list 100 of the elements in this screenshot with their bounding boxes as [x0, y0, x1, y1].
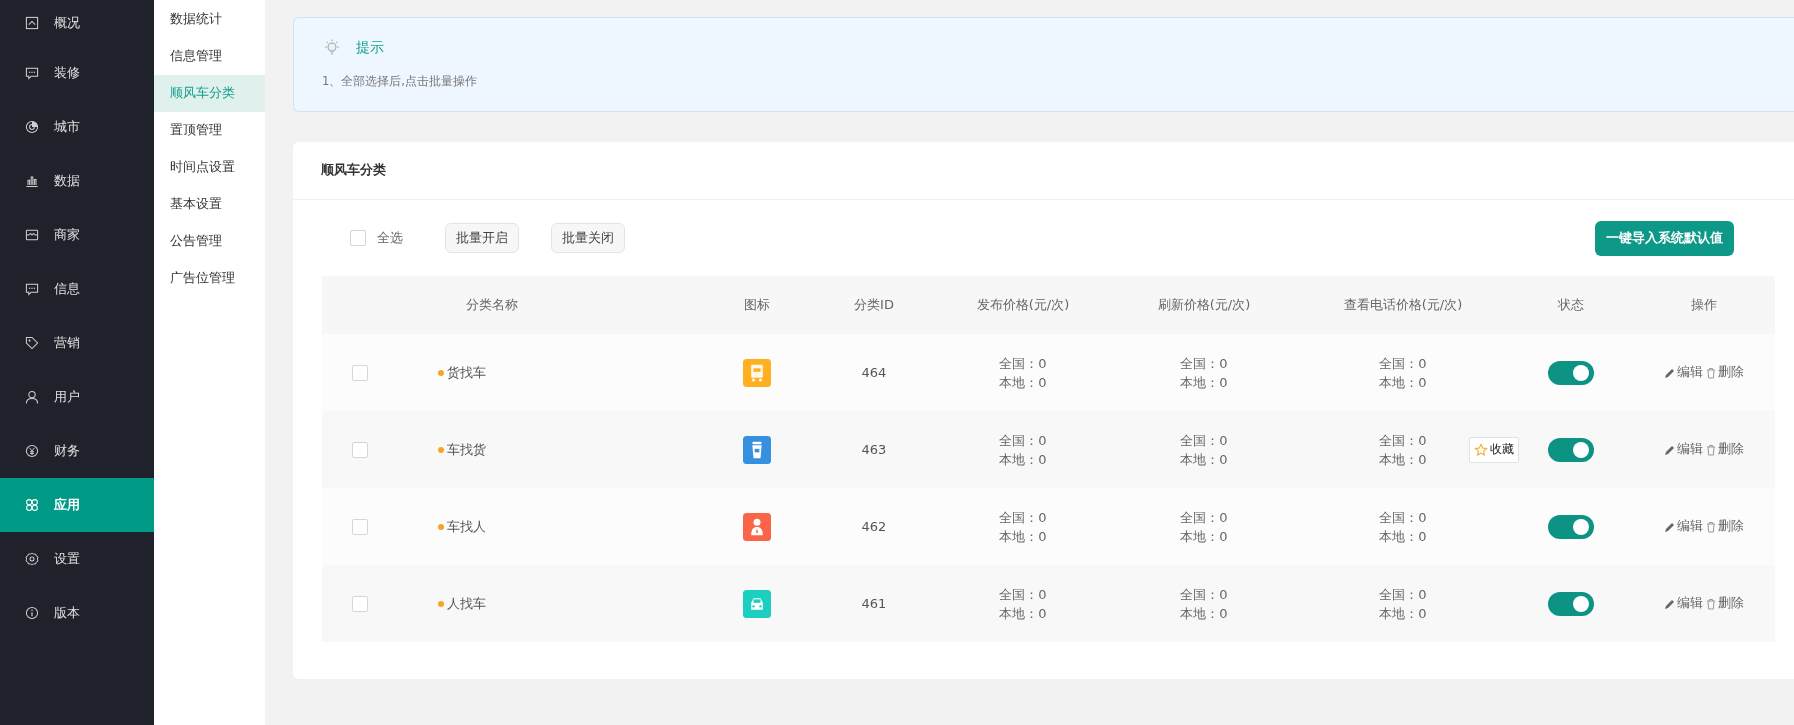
column-header: 发布价格(元/次): [976, 296, 1070, 314]
bar-chart-icon: [24, 173, 40, 189]
status-toggle[interactable]: [1548, 360, 1594, 385]
bullet-dot-icon: [438, 600, 444, 607]
pencil-icon: [1663, 520, 1676, 533]
trash-icon: [1704, 597, 1717, 610]
price-text: 本地：0: [999, 450, 1047, 469]
edit-link[interactable]: 编辑: [1663, 595, 1703, 612]
price-text: 全国：0: [999, 431, 1047, 450]
row-checkbox[interactable]: [352, 441, 368, 458]
info-icon: [24, 605, 40, 621]
price-text: 全国：0: [1180, 585, 1228, 604]
column-header: 分类名称: [466, 296, 518, 314]
column-header: 操作: [1690, 296, 1717, 314]
submenu-item[interactable]: 信息管理: [154, 38, 265, 75]
price-text: 全国：0: [1379, 508, 1427, 527]
row-checkbox[interactable]: [352, 518, 368, 535]
sidebar-item[interactable]: 概况: [0, 0, 154, 46]
batch-button[interactable]: 批量关闭: [551, 223, 625, 253]
delete-link[interactable]: 删除: [1704, 518, 1744, 535]
sidebar-item[interactable]: 应用: [0, 478, 154, 532]
sidebar-item[interactable]: 版本: [0, 586, 154, 640]
category-id: 463: [861, 442, 887, 457]
card-title: 顺风车分类: [321, 162, 386, 179]
submenu-item[interactable]: 数据统计: [154, 0, 265, 38]
delete-link[interactable]: 删除: [1704, 441, 1744, 458]
category-name: 车找人: [447, 517, 486, 536]
category-id: 461: [861, 596, 887, 611]
price-text: 本地：0: [999, 527, 1047, 546]
pencil-icon: [1663, 443, 1676, 456]
price-text: 本地：0: [1180, 450, 1228, 469]
category-name: 货找车: [447, 363, 486, 382]
column-header: 查看电话价格(元/次): [1343, 296, 1463, 314]
select-all-label: 全选: [377, 229, 403, 247]
price-text: 本地：0: [1379, 604, 1427, 623]
sidebar-item[interactable]: 设置: [0, 532, 154, 586]
edit-link[interactable]: 编辑: [1663, 518, 1703, 535]
trash-icon: [1704, 520, 1717, 533]
bullet-dot-icon: [438, 523, 444, 530]
price-text: 全国：0: [1379, 431, 1427, 450]
price-text: 全国：0: [1379, 585, 1427, 604]
sidebar-item[interactable]: 营销: [0, 316, 154, 370]
batch-button[interactable]: 批量开启: [445, 223, 519, 253]
status-toggle[interactable]: [1548, 591, 1594, 616]
submenu-item[interactable]: 基本设置: [154, 186, 265, 223]
row-checkbox[interactable]: [352, 595, 368, 612]
bullet-dot-icon: [438, 446, 444, 453]
chat-icon: [24, 281, 40, 297]
pencil-icon: [1663, 366, 1676, 379]
tag-icon: [24, 335, 40, 351]
delete-link[interactable]: 删除: [1704, 364, 1744, 381]
sidebar-item[interactable]: 装修: [0, 46, 154, 100]
column-header: 状态: [1558, 296, 1584, 314]
category-id: 462: [861, 519, 887, 534]
price-text: 全国：0: [999, 508, 1047, 527]
favorite-button[interactable]: 收藏: [1469, 436, 1519, 463]
four-circles-icon: [24, 497, 40, 513]
star-icon: [1474, 442, 1488, 457]
edit-link[interactable]: 编辑: [1663, 441, 1703, 458]
price-text: 本地：0: [1379, 450, 1427, 469]
column-header: 图标: [744, 296, 770, 314]
price-text: 全国：0: [1180, 354, 1228, 373]
settings-icon: [24, 551, 40, 567]
select-all-checkbox[interactable]: [350, 230, 366, 246]
tip-text: 1、全部选择后,点击批量操作: [322, 74, 478, 89]
edit-link[interactable]: 编辑: [1663, 364, 1703, 381]
price-text: 本地：0: [1180, 373, 1228, 392]
tip-title: 提示: [356, 39, 384, 57]
submenu-item[interactable]: 时间点设置: [154, 149, 265, 186]
submenu-item[interactable]: 公告管理: [154, 223, 265, 260]
column-header: 刷新价格(元/次): [1157, 296, 1251, 314]
sidebar-item[interactable]: 财务: [0, 424, 154, 478]
price-text: 本地：0: [999, 373, 1047, 392]
category-name: 人找车: [447, 594, 486, 613]
pencil-icon: [1663, 597, 1676, 610]
bullet-dot-icon: [438, 369, 444, 376]
delete-link[interactable]: 删除: [1704, 595, 1744, 612]
status-toggle[interactable]: [1548, 514, 1594, 539]
submenu-item[interactable]: 置顶管理: [154, 112, 265, 149]
yen-coin-icon: [24, 443, 40, 459]
sidebar-item[interactable]: 数据: [0, 154, 154, 208]
price-text: 全国：0: [999, 585, 1047, 604]
price-text: 全国：0: [1379, 354, 1427, 373]
trash-icon: [1704, 443, 1717, 456]
price-text: 本地：0: [1379, 527, 1427, 546]
sidebar-item[interactable]: 商家: [0, 208, 154, 262]
user-icon: [24, 389, 40, 405]
import-defaults-button[interactable]: 一键导入系统默认值: [1595, 220, 1734, 256]
category-id: 464: [861, 365, 887, 380]
sidebar-item[interactable]: 城市: [0, 100, 154, 154]
sidebar-item[interactable]: 用户: [0, 370, 154, 424]
price-text: 全国：0: [1180, 431, 1228, 450]
submenu-item[interactable]: 广告位管理: [154, 260, 265, 297]
status-toggle[interactable]: [1548, 437, 1594, 462]
pie-chart-icon: [24, 119, 40, 135]
price-text: 全国：0: [1180, 508, 1228, 527]
sidebar-item[interactable]: 信息: [0, 262, 154, 316]
price-text: 全国：0: [999, 354, 1047, 373]
row-checkbox[interactable]: [352, 364, 368, 381]
chat-icon: [24, 65, 40, 81]
